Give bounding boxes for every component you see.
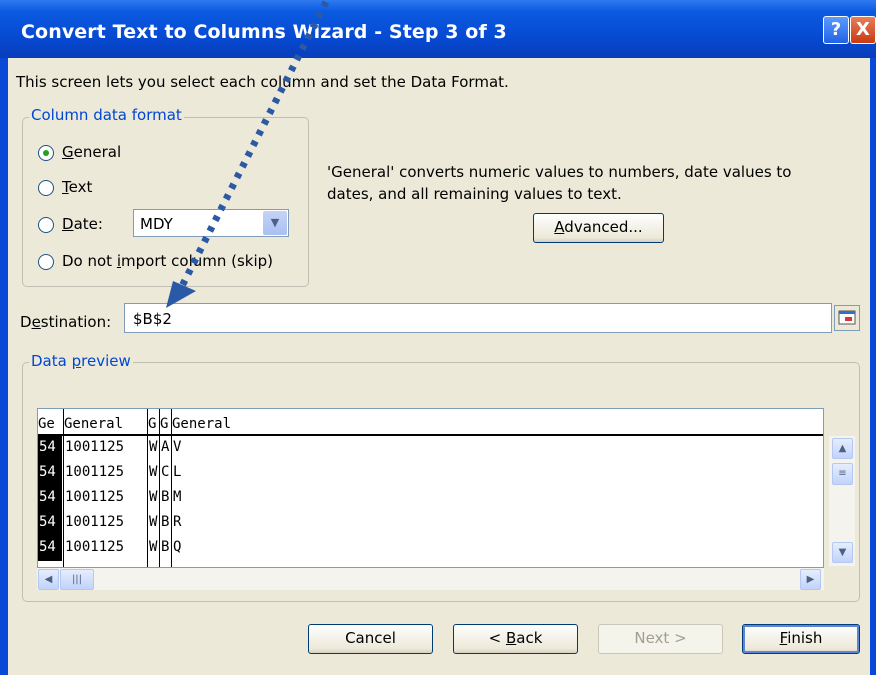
annotation-arrow bbox=[166, 0, 330, 308]
wizard-window: Convert Text to Columns Wizard - Step 3 … bbox=[0, 0, 876, 675]
